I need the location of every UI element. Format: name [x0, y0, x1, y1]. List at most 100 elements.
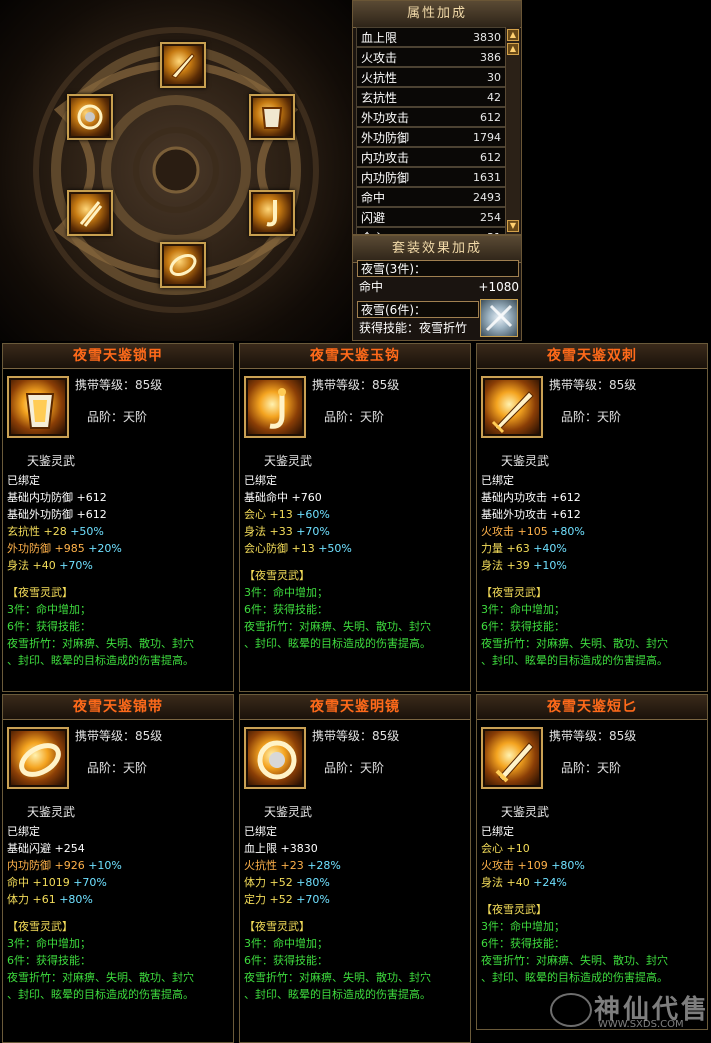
armor-icon: [25, 393, 55, 429]
set-3-piece: 3件：命中增加；: [7, 937, 91, 950]
stat-name: 体力: [7, 893, 29, 906]
set-3-piece: 3件：命中增加；: [481, 603, 565, 616]
stat-name: 火攻击: [481, 859, 514, 872]
stat-bonus: +50%: [318, 542, 352, 555]
item-level: 携带等级：85级: [549, 378, 637, 392]
stat-value: +254: [54, 842, 85, 855]
belt-icon: [169, 254, 197, 276]
item-icon-slot[interactable]: [7, 727, 69, 789]
attribute-label: 血上限: [361, 30, 398, 45]
slot-dagger-top[interactable]: [160, 42, 206, 88]
item-details: 已绑定 基础内功攻击 +612 基础外功攻击 +612 火攻击 +105 +80%…: [481, 472, 705, 669]
attribute-label: 内功防御: [361, 170, 410, 185]
item-stat: 基础闪避 +254: [7, 840, 231, 857]
attribute-value: 42: [487, 90, 501, 104]
item-stat: 基础内功攻击 +612: [481, 489, 705, 506]
attribute-value: 254: [480, 210, 501, 224]
stat-name: 会心: [244, 508, 266, 521]
armor-icon: [261, 107, 283, 129]
attribute-row: 血上限 3830: [356, 27, 506, 47]
stat-name: 力量: [481, 542, 503, 555]
attribute-label: 外功攻击: [361, 110, 410, 125]
attribute-scrollbar[interactable]: ▲ ▲ ▼: [505, 27, 520, 234]
slot-twin-blade[interactable]: [67, 190, 113, 236]
stat-value: +1019: [32, 876, 70, 889]
item-bound: 已绑定: [244, 474, 277, 487]
item-stat: 基础内功防御 +612: [7, 489, 231, 506]
item-type: 天鉴灵武: [27, 805, 76, 819]
set-6-piece: 6件：获得技能：: [244, 603, 328, 616]
set-6-piece: 6件：获得技能：: [7, 620, 91, 633]
set-effect-title: 套装效果加成: [353, 236, 521, 263]
item-name: 夜雪天鉴明镜: [240, 695, 470, 720]
item-level: 携带等级：85级: [75, 378, 163, 392]
attribute-value: 2493: [473, 190, 501, 204]
stat-value: +63: [506, 542, 530, 555]
item-name: 夜雪天鉴玉钩: [240, 344, 470, 369]
attribute-label: 火抗性: [361, 70, 398, 85]
item-icon-slot[interactable]: [481, 727, 543, 789]
item-details: 已绑定 会心 +10 火攻击 +109 +80% 身法 +40 +24% 【夜雪灵武】…: [481, 823, 705, 986]
item-stat: 基础外功攻击 +612: [481, 506, 705, 523]
skill-desc-1: 夜雪折竹：对麻痹、失明、散功、封穴: [7, 637, 194, 650]
stat-value: +926: [54, 859, 85, 872]
slot-mirror[interactable]: [67, 94, 113, 140]
item-icon-slot[interactable]: [7, 376, 69, 438]
skill-desc-2: 、封印、眩晕的目标造成的伤害提高。: [481, 971, 668, 984]
scroll-top-icon[interactable]: ▲: [507, 29, 519, 41]
item-card-mirror: 夜雪天鉴明镜 携带等级：85级 品阶：天阶 天鉴灵武 已绑定 血上限 +3830 火抗性 …: [239, 694, 471, 1043]
item-bound: 已绑定: [7, 474, 40, 487]
stat-bonus: +28%: [307, 859, 341, 872]
watermark-logo-icon: [550, 993, 592, 1027]
stat-name: 基础内功攻击: [481, 491, 547, 504]
slot-belt[interactable]: [160, 242, 206, 288]
skill-desc-1: 夜雪折竹：对麻痹、失明、散功、封穴: [244, 620, 431, 633]
hook-icon: [266, 200, 277, 227]
stat-value: +23: [280, 859, 304, 872]
stat-name: 体力: [244, 876, 266, 889]
item-type: 天鉴灵武: [264, 805, 313, 819]
stat-value: +33: [269, 525, 293, 538]
slot-armor[interactable]: [249, 94, 295, 140]
item-icon-slot[interactable]: [244, 376, 306, 438]
mirror-icon: [77, 104, 103, 130]
skill-snow-bamboo-icon[interactable]: [480, 299, 518, 337]
set-name: 【夜雪灵武】: [244, 920, 310, 933]
item-icon-slot[interactable]: [244, 727, 306, 789]
attribute-row: 火抗性 30: [356, 67, 506, 87]
stat-bonus: +80%: [551, 859, 585, 872]
item-details: 已绑定 基础闪避 +254 内功防御 +926 +10% 命中 +1019 +70%…: [7, 823, 231, 1003]
equipment-wheel: [0, 0, 352, 341]
item-stat: 命中 +1019 +70%: [7, 874, 231, 891]
item-stat: 身法 +33 +70%: [244, 523, 468, 540]
scroll-up-icon[interactable]: ▲: [507, 43, 519, 55]
stat-value: +13: [291, 542, 315, 555]
attribute-label: 会心: [361, 229, 385, 235]
attribute-panel: 属性加成 血上限 3830 火攻击 386 火抗性 30 玄抗性 42 外功攻击 612 外功防御 1…: [352, 0, 522, 235]
item-grade: 品阶：天阶: [561, 410, 622, 424]
item-grade: 品阶：天阶: [87, 761, 148, 775]
scroll-down-icon[interactable]: ▼: [507, 220, 519, 232]
skill-desc-2: 、封印、眩晕的目标造成的伤害提高。: [244, 988, 431, 1001]
stat-name: 会心防御: [244, 542, 288, 555]
item-icon-slot[interactable]: [481, 376, 543, 438]
set-name: 【夜雪灵武】: [481, 586, 547, 599]
item-stat: 会心 +13 +60%: [244, 506, 468, 523]
stat-name: 身法: [481, 559, 503, 572]
attribute-label: 火攻击: [361, 50, 398, 65]
item-card-dagger: 夜雪天鉴短匕 携带等级：85级 品阶：天阶 天鉴灵武 已绑定 会心 +10 火攻击 +10…: [476, 694, 708, 1030]
attribute-label: 闪避: [361, 210, 386, 225]
attribute-value: 30: [487, 70, 501, 84]
stat-bonus: +80%: [296, 876, 330, 889]
stat-name: 火抗性: [244, 859, 277, 872]
stat-value: +612: [550, 508, 581, 521]
attribute-row: 内功攻击 612: [356, 147, 506, 167]
item-details: 已绑定 血上限 +3830 火抗性 +23 +28% 体力 +52 +80% 定力 +…: [244, 823, 468, 1003]
attribute-list: 血上限 3830 火攻击 386 火抗性 30 玄抗性 42 外功攻击 612 外功防御 1794 内功…: [356, 27, 506, 234]
item-type: 天鉴灵武: [27, 454, 76, 468]
hook-icon: [269, 388, 286, 429]
item-level: 携带等级：85级: [312, 729, 400, 743]
skill-desc-2: 、封印、眩晕的目标造成的伤害提高。: [244, 637, 431, 650]
slot-hook[interactable]: [249, 190, 295, 236]
stat-value: +985: [54, 542, 85, 555]
